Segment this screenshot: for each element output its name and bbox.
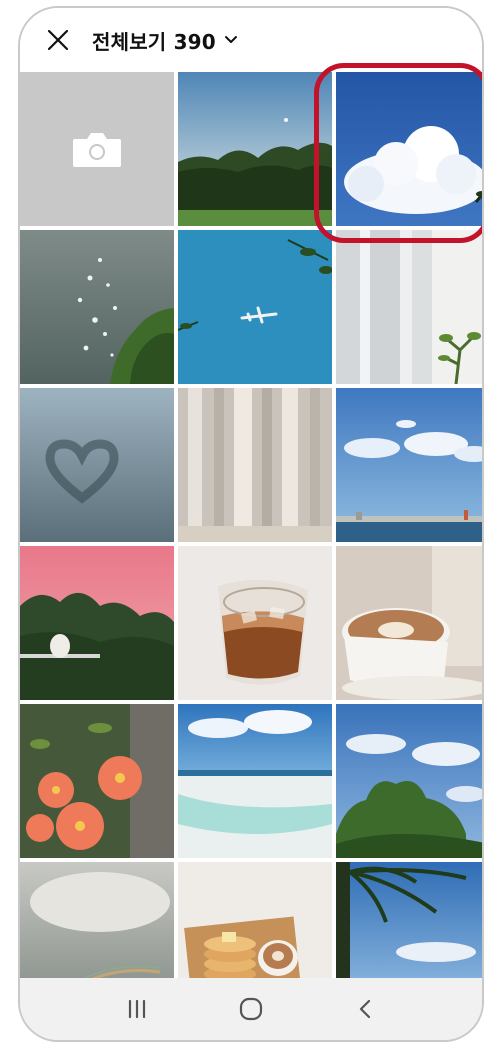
- recents-icon: [128, 999, 146, 1019]
- close-icon: [47, 29, 69, 51]
- photo-heart-on-foggy-glass[interactable]: [20, 388, 174, 542]
- system-navigation-bar: [20, 978, 482, 1040]
- photo-tree-blue-sky[interactable]: [336, 704, 482, 858]
- photo-latte-cup[interactable]: [336, 546, 482, 700]
- back-button[interactable]: [343, 987, 387, 1031]
- recents-button[interactable]: [115, 987, 159, 1031]
- photo-palm-tree-sky[interactable]: [336, 862, 482, 994]
- photo-sky-moon-trees[interactable]: [178, 72, 332, 226]
- photo-rainbow-clouds[interactable]: [20, 862, 174, 994]
- home-button[interactable]: [229, 987, 273, 1031]
- camera-tile[interactable]: [20, 72, 174, 226]
- back-icon: [359, 999, 371, 1019]
- photo-white-cloud-blue-sky[interactable]: [336, 72, 482, 226]
- home-icon: [239, 997, 263, 1021]
- photo-pancakes-latte[interactable]: [178, 862, 332, 994]
- photo-white-curtain-plant[interactable]: [336, 230, 482, 384]
- photo-sea-clouds-island[interactable]: [336, 388, 482, 542]
- camera-icon: [73, 133, 121, 167]
- photo-white-beach[interactable]: [178, 704, 332, 858]
- photo-pink-sky-trees[interactable]: [20, 546, 174, 700]
- photo-sparkling-water[interactable]: [20, 230, 174, 384]
- photo-orange-flowers[interactable]: [20, 704, 174, 858]
- photo-airplane-blue-sky[interactable]: [178, 230, 332, 384]
- photo-iced-coffee[interactable]: [178, 546, 332, 700]
- phone-frame: 전체보기 390: [18, 6, 484, 1042]
- photo-sunlit-curtain[interactable]: [178, 388, 332, 542]
- chevron-down-icon: [224, 35, 238, 45]
- page-title: 전체보기 390: [92, 29, 216, 54]
- header: 전체보기 390: [20, 8, 482, 72]
- close-button[interactable]: [42, 24, 74, 56]
- album-selector[interactable]: 전체보기 390: [92, 26, 238, 55]
- photo-grid: [20, 72, 482, 994]
